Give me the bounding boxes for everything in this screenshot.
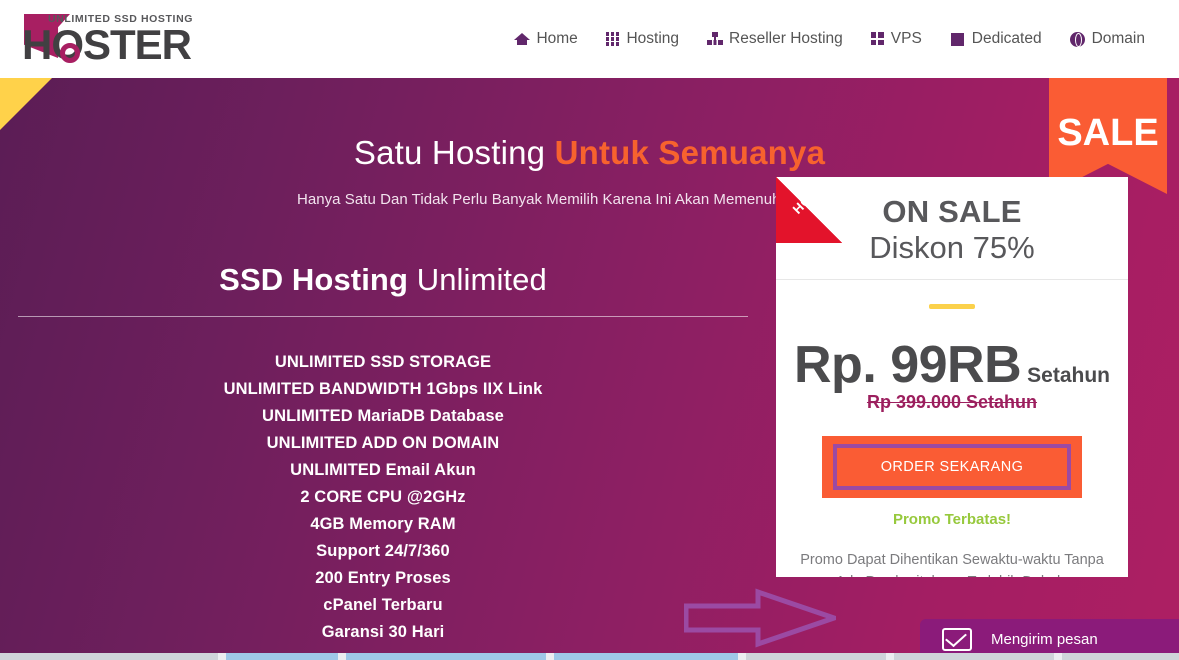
logo-o-ring-icon — [60, 43, 80, 63]
list-item: 4GB Memory RAM — [310, 515, 456, 534]
site-logo[interactable]: UNLIMITED SSD HOSTING HOSTER — [12, 10, 202, 68]
hero-title-accent: Untuk Semuanya — [554, 134, 826, 171]
nav-label: Dedicated — [971, 30, 1042, 47]
plan-heading: SSD Hosting Unlimited — [18, 262, 748, 297]
hero-title: Satu Hosting Untuk Semuanya — [0, 134, 1179, 172]
strip-segment — [894, 653, 1054, 660]
strip-segment — [554, 653, 738, 660]
home-icon — [514, 32, 531, 47]
card-footnote-line2: Ada Pemberitahuan Terlebih Dahulu — [776, 571, 1128, 577]
list-item: UNLIMITED ADD ON DOMAIN — [266, 434, 500, 453]
plan-heading-light: Unlimited — [408, 262, 547, 297]
nav-label: Domain — [1091, 30, 1145, 47]
price-amount: Rp. 99RB — [794, 335, 1022, 394]
grid-icon — [605, 32, 620, 47]
chat-widget-label: Mengirim pesan — [991, 631, 1098, 648]
nav-label: Hosting — [626, 30, 680, 47]
card-footnote-line1: Promo Dapat Dihentikan Sewaktu-waktu Tan… — [800, 551, 1104, 568]
price-row: Rp. 99RB Setahun — [776, 335, 1128, 395]
old-price: Rp 399.000 Setahun — [866, 391, 1038, 412]
nav-label: VPS — [890, 30, 922, 47]
heading-divider — [18, 316, 748, 318]
card-footnote: Promo Dapat Dihentikan Sewaktu-waktu Tan… — [776, 549, 1128, 577]
plan-details-column: SSD Hosting Unlimited UNLIMITED SSD STOR… — [18, 262, 748, 646]
nav-item-hosting[interactable]: Hosting — [592, 0, 693, 78]
server-square-icon — [950, 32, 965, 47]
nav-item-home[interactable]: Home — [500, 0, 591, 78]
strip-segment — [0, 653, 218, 660]
pricing-card: HOT ON SALE Diskon 75% Rp. 99RB Setahun R… — [776, 177, 1128, 577]
plan-heading-bold: SSD Hosting — [219, 262, 408, 297]
list-item: 2 CORE CPU @2GHz — [300, 488, 466, 507]
promo-text: Promo Terbatas! — [892, 510, 1012, 528]
strip-segment — [226, 653, 338, 660]
list-item: 200 Entry Proses — [315, 569, 451, 588]
squares-icon — [870, 32, 884, 47]
accent-dash — [929, 303, 975, 309]
order-button-wrap: ORDER SEKARANG — [776, 435, 1128, 498]
yellow-corner-decoration — [0, 78, 52, 130]
strip-segment — [346, 653, 546, 660]
nav-item-vps[interactable]: VPS — [857, 0, 936, 78]
arrow-svg — [683, 588, 842, 648]
list-item: UNLIMITED SSD STORAGE — [274, 353, 492, 372]
nav-item-domain[interactable]: Domain — [1056, 0, 1159, 78]
right-arrow-annotation — [683, 588, 842, 648]
list-item: Garansi 30 Hari — [321, 623, 445, 642]
list-item: UNLIMITED BANDWIDTH 1Gbps IIX Link — [223, 380, 543, 399]
feature-list: UNLIMITED SSD STORAGE UNLIMITED BANDWIDT… — [18, 349, 748, 646]
order-button-label: ORDER SEKARANG — [832, 443, 1072, 490]
nav-label: Reseller Hosting — [729, 30, 843, 47]
globe-icon — [1069, 31, 1085, 47]
price-period: Setahun — [1027, 363, 1110, 387]
list-item: UNLIMITED Email Akun — [290, 461, 476, 480]
list-item: cPanel Terbaru — [323, 596, 443, 615]
nav-item-dedicated[interactable]: Dedicated — [936, 0, 1056, 78]
sitemap-icon — [707, 31, 722, 47]
main-navigation: Home Hosting Reseller Hosting VPS Dedica… — [500, 0, 1159, 78]
hot-ribbon-badge: HOT — [776, 177, 842, 243]
order-button[interactable]: ORDER SEKARANG — [821, 435, 1083, 498]
hot-ribbon-label: HOT — [789, 186, 821, 217]
site-header: UNLIMITED SSD HOSTING HOSTER Home Hostin… — [0, 0, 1179, 78]
hero-title-plain: Satu Hosting — [353, 134, 555, 171]
strip-segment — [746, 653, 886, 660]
list-item: UNLIMITED MariaDB Database — [262, 407, 504, 426]
card-divider — [776, 278, 1128, 280]
strip-segment — [1062, 653, 1179, 660]
list-item: Support 24/7/360 — [316, 542, 450, 561]
envelope-icon — [942, 628, 972, 651]
browser-bottom-strip — [0, 653, 1179, 660]
nav-item-reseller-hosting[interactable]: Reseller Hosting — [693, 0, 857, 78]
nav-label: Home — [536, 30, 578, 47]
logo-wordmark: HOSTER — [22, 21, 192, 68]
